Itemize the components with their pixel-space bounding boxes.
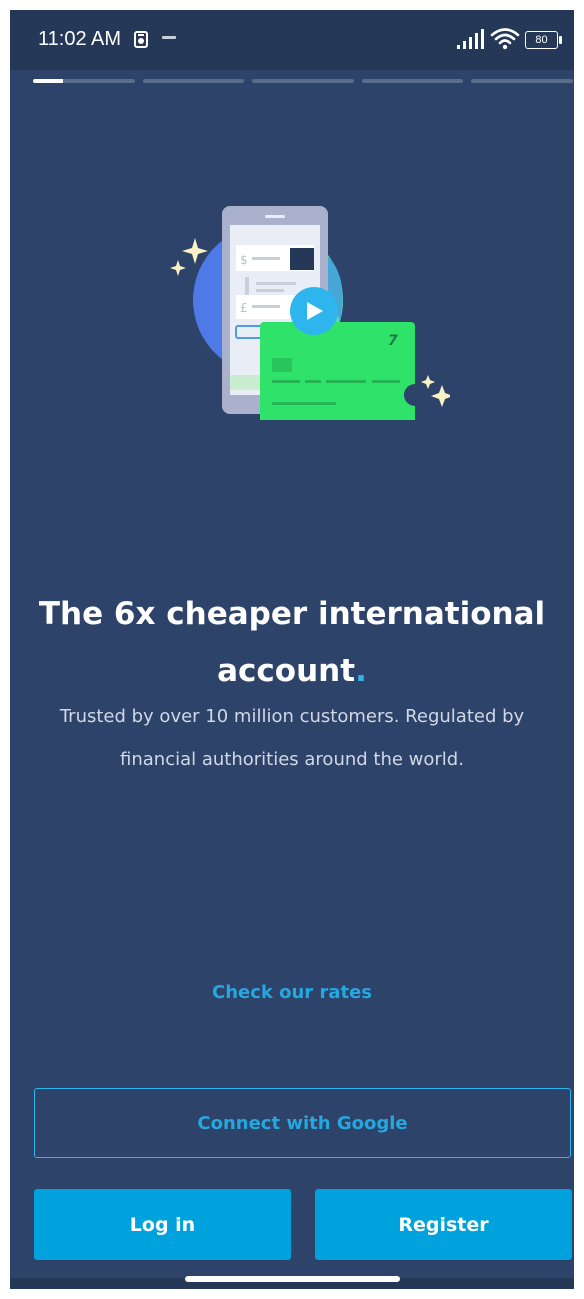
progress-segment-4 [361, 79, 464, 83]
battery-icon: 80 [525, 31, 563, 49]
battery-level: 80 [535, 34, 548, 46]
status-indicator-icon [162, 36, 176, 39]
card-illustration: 7 [260, 322, 426, 420]
progress-segment-5 [471, 79, 573, 83]
check-rates-link[interactable]: Check our rates [10, 982, 574, 1003]
progress-segment-2 [142, 79, 245, 83]
battery-nub [559, 36, 562, 44]
status-time: 11:02 AM [38, 28, 122, 50]
headline: The 6x cheaper international account. [30, 586, 554, 700]
hero-illustration: $ £ 7 [170, 206, 450, 420]
dollar-symbol: $ [240, 253, 248, 267]
status-bar: 11:02 AM 80 [10, 10, 574, 70]
headline-accent-dot: . [355, 653, 367, 689]
headline-text: The 6x cheaper international account [38, 596, 546, 689]
subtext: Trusted by over 10 million customers. Re… [59, 706, 525, 770]
play-icon[interactable] [290, 287, 338, 335]
story-progress [33, 79, 573, 83]
login-button[interactable]: Log in [34, 1189, 291, 1260]
progress-segment-1 [33, 79, 135, 83]
progress-segment-fill [33, 79, 64, 83]
signal-icon [457, 29, 484, 49]
wifi-icon [490, 28, 520, 50]
connect-google-button[interactable]: Connect with Google [34, 1088, 571, 1158]
onboarding-screen: 11:02 AM 80 $ £ 7 The 6x cheaper interna… [10, 10, 574, 1289]
pound-symbol: £ [240, 301, 248, 315]
home-indicator[interactable] [185, 1276, 400, 1282]
card-logo-icon: 7 [388, 333, 398, 349]
battery-shell: 80 [525, 31, 558, 49]
progress-segment-3 [252, 79, 354, 83]
register-button[interactable]: Register [315, 1189, 572, 1260]
notification-icon [134, 31, 148, 48]
